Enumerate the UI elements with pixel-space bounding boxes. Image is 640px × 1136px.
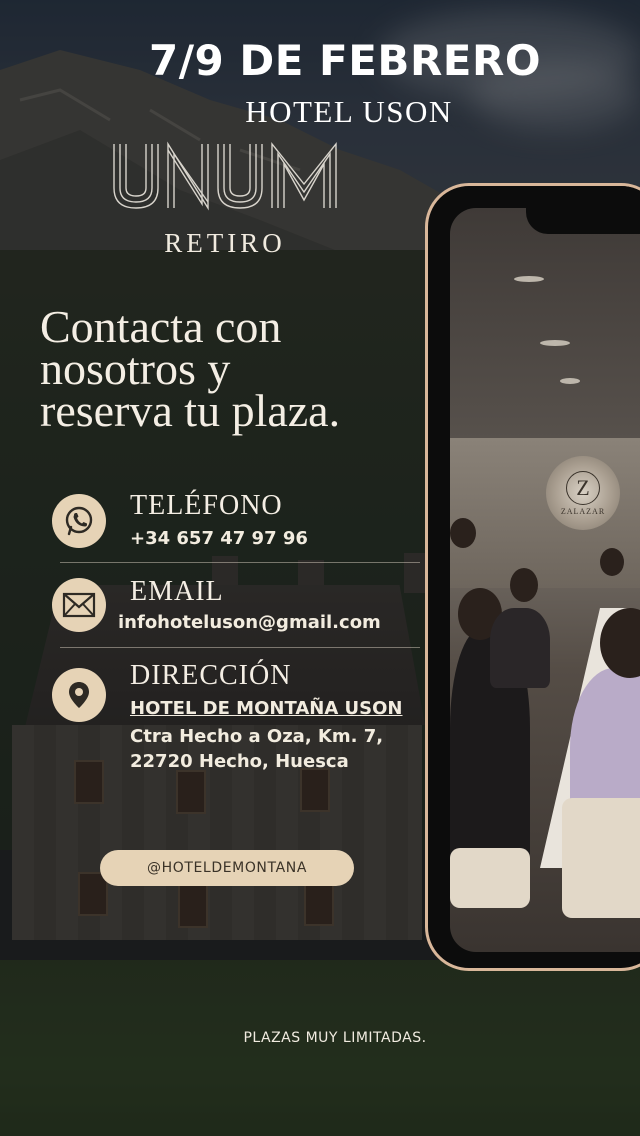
unum-logo	[113, 141, 337, 211]
sign-letter: Z	[566, 470, 600, 505]
location-pin-icon	[52, 668, 106, 722]
phone-mockup: Z ZALAZAR	[425, 183, 640, 971]
diner-head	[450, 518, 476, 548]
divider	[60, 647, 420, 648]
address-name[interactable]: HOTEL DE MONTAÑA USON	[130, 698, 402, 719]
diner-head	[600, 548, 624, 576]
sign-brand: ZALAZAR	[560, 506, 606, 516]
address-line2: 22720 Hecho, Huesca	[130, 751, 349, 772]
headline-line: Contacta con	[40, 301, 282, 352]
ceiling-light	[560, 378, 580, 384]
footer-note: PLAZAS MUY LIMITADAS.	[243, 1030, 427, 1046]
event-venue: HOTEL USON	[245, 94, 453, 129]
address-label: DIRECCIÓN	[130, 660, 292, 691]
diner	[490, 608, 550, 688]
phone-screen-photo: Z ZALAZAR	[450, 208, 640, 952]
phone-value[interactable]: +34 657 47 97 96	[130, 528, 308, 549]
divider	[60, 562, 420, 563]
phone-notch	[526, 186, 640, 234]
chair	[562, 798, 640, 918]
email-label: EMAIL	[130, 576, 224, 607]
ceiling-light	[540, 340, 570, 346]
address-line1: Ctra Hecho a Oza, Km. 7,	[130, 726, 384, 747]
diner-head	[510, 568, 538, 602]
mail-icon	[52, 578, 106, 632]
whatsapp-icon	[52, 494, 106, 548]
headline: Contacta con nosotros y reserva tu plaza…	[40, 301, 430, 436]
event-date: 7/9 DE FEBRERO	[148, 36, 542, 85]
chair	[450, 848, 530, 908]
phone-label: TELÉFONO	[130, 490, 283, 521]
headline-line: nosotros y	[40, 343, 231, 394]
social-handle-button[interactable]: @HOTELDEMONTANA	[100, 850, 354, 886]
logo-subtitle: RETIRO	[164, 228, 286, 258]
headline-line: reserva tu plaza.	[40, 385, 341, 436]
restaurant-sign: Z ZALAZAR	[546, 456, 620, 530]
email-value[interactable]: infohoteluson@gmail.com	[118, 612, 381, 633]
ceiling-light	[514, 276, 544, 282]
